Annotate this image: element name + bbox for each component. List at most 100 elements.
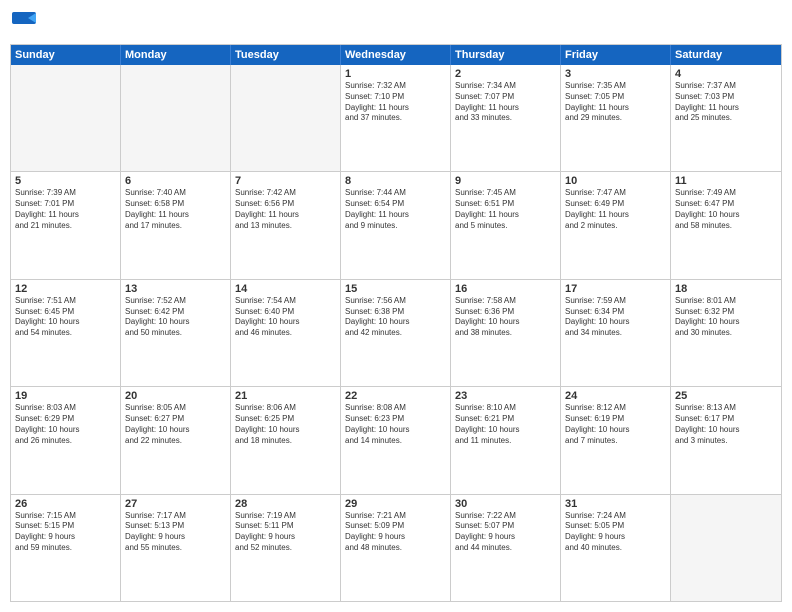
day-info: Sunrise: 8:08 AM Sunset: 6:23 PM Dayligh… xyxy=(345,403,446,446)
day-info: Sunrise: 7:49 AM Sunset: 6:47 PM Dayligh… xyxy=(675,188,777,231)
day-info: Sunrise: 7:54 AM Sunset: 6:40 PM Dayligh… xyxy=(235,296,336,339)
day-number: 17 xyxy=(565,283,666,295)
day-number: 31 xyxy=(565,498,666,510)
day-number: 15 xyxy=(345,283,446,295)
weekday-header: Thursday xyxy=(451,45,561,65)
day-info: Sunrise: 7:37 AM Sunset: 7:03 PM Dayligh… xyxy=(675,81,777,124)
calendar-day-cell: 3Sunrise: 7:35 AM Sunset: 7:05 PM Daylig… xyxy=(561,65,671,171)
calendar-day-cell: 8Sunrise: 7:44 AM Sunset: 6:54 PM Daylig… xyxy=(341,172,451,278)
calendar-day-cell: 27Sunrise: 7:17 AM Sunset: 5:13 PM Dayli… xyxy=(121,495,231,601)
calendar-day-cell: 13Sunrise: 7:52 AM Sunset: 6:42 PM Dayli… xyxy=(121,280,231,386)
day-number: 21 xyxy=(235,390,336,402)
logo-icon xyxy=(10,10,38,38)
day-number: 23 xyxy=(455,390,556,402)
day-number: 2 xyxy=(455,68,556,80)
weekday-header: Friday xyxy=(561,45,671,65)
day-number: 19 xyxy=(15,390,116,402)
day-number: 29 xyxy=(345,498,446,510)
day-info: Sunrise: 8:03 AM Sunset: 6:29 PM Dayligh… xyxy=(15,403,116,446)
calendar-day-cell: 25Sunrise: 8:13 AM Sunset: 6:17 PM Dayli… xyxy=(671,387,781,493)
day-info: Sunrise: 7:51 AM Sunset: 6:45 PM Dayligh… xyxy=(15,296,116,339)
weekday-header: Sunday xyxy=(11,45,121,65)
day-number: 12 xyxy=(15,283,116,295)
calendar-week-row: 12Sunrise: 7:51 AM Sunset: 6:45 PM Dayli… xyxy=(11,280,781,387)
calendar-day-cell: 4Sunrise: 7:37 AM Sunset: 7:03 PM Daylig… xyxy=(671,65,781,171)
calendar-day-cell: 7Sunrise: 7:42 AM Sunset: 6:56 PM Daylig… xyxy=(231,172,341,278)
calendar-day-cell: 11Sunrise: 7:49 AM Sunset: 6:47 PM Dayli… xyxy=(671,172,781,278)
calendar-day-cell: 23Sunrise: 8:10 AM Sunset: 6:21 PM Dayli… xyxy=(451,387,561,493)
calendar-day-cell: 21Sunrise: 8:06 AM Sunset: 6:25 PM Dayli… xyxy=(231,387,341,493)
calendar-day-cell: 1Sunrise: 7:32 AM Sunset: 7:10 PM Daylig… xyxy=(341,65,451,171)
day-number: 7 xyxy=(235,175,336,187)
calendar: SundayMondayTuesdayWednesdayThursdayFrid… xyxy=(10,44,782,602)
day-number: 10 xyxy=(565,175,666,187)
day-number: 26 xyxy=(15,498,116,510)
day-number: 25 xyxy=(675,390,777,402)
day-number: 3 xyxy=(565,68,666,80)
weekday-header: Saturday xyxy=(671,45,781,65)
day-info: Sunrise: 7:17 AM Sunset: 5:13 PM Dayligh… xyxy=(125,511,226,554)
logo xyxy=(10,10,42,38)
day-number: 27 xyxy=(125,498,226,510)
day-info: Sunrise: 7:24 AM Sunset: 5:05 PM Dayligh… xyxy=(565,511,666,554)
calendar-day-cell: 18Sunrise: 8:01 AM Sunset: 6:32 PM Dayli… xyxy=(671,280,781,386)
day-info: Sunrise: 8:12 AM Sunset: 6:19 PM Dayligh… xyxy=(565,403,666,446)
day-info: Sunrise: 7:35 AM Sunset: 7:05 PM Dayligh… xyxy=(565,81,666,124)
calendar-day-cell: 5Sunrise: 7:39 AM Sunset: 7:01 PM Daylig… xyxy=(11,172,121,278)
calendar-day-cell: 2Sunrise: 7:34 AM Sunset: 7:07 PM Daylig… xyxy=(451,65,561,171)
day-info: Sunrise: 7:58 AM Sunset: 6:36 PM Dayligh… xyxy=(455,296,556,339)
day-info: Sunrise: 7:21 AM Sunset: 5:09 PM Dayligh… xyxy=(345,511,446,554)
day-number: 18 xyxy=(675,283,777,295)
day-info: Sunrise: 7:32 AM Sunset: 7:10 PM Dayligh… xyxy=(345,81,446,124)
day-info: Sunrise: 8:06 AM Sunset: 6:25 PM Dayligh… xyxy=(235,403,336,446)
calendar-week-row: 26Sunrise: 7:15 AM Sunset: 5:15 PM Dayli… xyxy=(11,495,781,601)
day-info: Sunrise: 7:56 AM Sunset: 6:38 PM Dayligh… xyxy=(345,296,446,339)
day-info: Sunrise: 7:42 AM Sunset: 6:56 PM Dayligh… xyxy=(235,188,336,231)
calendar-week-row: 1Sunrise: 7:32 AM Sunset: 7:10 PM Daylig… xyxy=(11,65,781,172)
day-number: 6 xyxy=(125,175,226,187)
day-number: 20 xyxy=(125,390,226,402)
day-info: Sunrise: 7:34 AM Sunset: 7:07 PM Dayligh… xyxy=(455,81,556,124)
calendar-day-cell: 10Sunrise: 7:47 AM Sunset: 6:49 PM Dayli… xyxy=(561,172,671,278)
calendar-day-cell: 16Sunrise: 7:58 AM Sunset: 6:36 PM Dayli… xyxy=(451,280,561,386)
calendar-day-cell xyxy=(231,65,341,171)
day-info: Sunrise: 8:10 AM Sunset: 6:21 PM Dayligh… xyxy=(455,403,556,446)
page: SundayMondayTuesdayWednesdayThursdayFrid… xyxy=(0,0,792,612)
day-info: Sunrise: 7:39 AM Sunset: 7:01 PM Dayligh… xyxy=(15,188,116,231)
calendar-day-cell: 9Sunrise: 7:45 AM Sunset: 6:51 PM Daylig… xyxy=(451,172,561,278)
day-info: Sunrise: 7:44 AM Sunset: 6:54 PM Dayligh… xyxy=(345,188,446,231)
day-number: 24 xyxy=(565,390,666,402)
calendar-day-cell xyxy=(11,65,121,171)
calendar-week-row: 19Sunrise: 8:03 AM Sunset: 6:29 PM Dayli… xyxy=(11,387,781,494)
calendar-day-cell: 14Sunrise: 7:54 AM Sunset: 6:40 PM Dayli… xyxy=(231,280,341,386)
calendar-header: SundayMondayTuesdayWednesdayThursdayFrid… xyxy=(11,45,781,65)
calendar-day-cell: 26Sunrise: 7:15 AM Sunset: 5:15 PM Dayli… xyxy=(11,495,121,601)
day-number: 13 xyxy=(125,283,226,295)
calendar-day-cell: 12Sunrise: 7:51 AM Sunset: 6:45 PM Dayli… xyxy=(11,280,121,386)
calendar-day-cell: 15Sunrise: 7:56 AM Sunset: 6:38 PM Dayli… xyxy=(341,280,451,386)
day-number: 30 xyxy=(455,498,556,510)
calendar-day-cell: 28Sunrise: 7:19 AM Sunset: 5:11 PM Dayli… xyxy=(231,495,341,601)
day-info: Sunrise: 7:52 AM Sunset: 6:42 PM Dayligh… xyxy=(125,296,226,339)
calendar-week-row: 5Sunrise: 7:39 AM Sunset: 7:01 PM Daylig… xyxy=(11,172,781,279)
day-number: 8 xyxy=(345,175,446,187)
weekday-header: Wednesday xyxy=(341,45,451,65)
calendar-day-cell: 24Sunrise: 8:12 AM Sunset: 6:19 PM Dayli… xyxy=(561,387,671,493)
day-info: Sunrise: 8:13 AM Sunset: 6:17 PM Dayligh… xyxy=(675,403,777,446)
day-number: 5 xyxy=(15,175,116,187)
weekday-header: Tuesday xyxy=(231,45,341,65)
day-number: 1 xyxy=(345,68,446,80)
day-info: Sunrise: 7:59 AM Sunset: 6:34 PM Dayligh… xyxy=(565,296,666,339)
day-info: Sunrise: 7:22 AM Sunset: 5:07 PM Dayligh… xyxy=(455,511,556,554)
day-info: Sunrise: 7:45 AM Sunset: 6:51 PM Dayligh… xyxy=(455,188,556,231)
day-info: Sunrise: 7:15 AM Sunset: 5:15 PM Dayligh… xyxy=(15,511,116,554)
calendar-day-cell: 22Sunrise: 8:08 AM Sunset: 6:23 PM Dayli… xyxy=(341,387,451,493)
calendar-day-cell: 6Sunrise: 7:40 AM Sunset: 6:58 PM Daylig… xyxy=(121,172,231,278)
calendar-day-cell xyxy=(671,495,781,601)
calendar-day-cell: 19Sunrise: 8:03 AM Sunset: 6:29 PM Dayli… xyxy=(11,387,121,493)
day-info: Sunrise: 7:19 AM Sunset: 5:11 PM Dayligh… xyxy=(235,511,336,554)
day-number: 28 xyxy=(235,498,336,510)
day-number: 14 xyxy=(235,283,336,295)
day-info: Sunrise: 7:47 AM Sunset: 6:49 PM Dayligh… xyxy=(565,188,666,231)
calendar-day-cell xyxy=(121,65,231,171)
